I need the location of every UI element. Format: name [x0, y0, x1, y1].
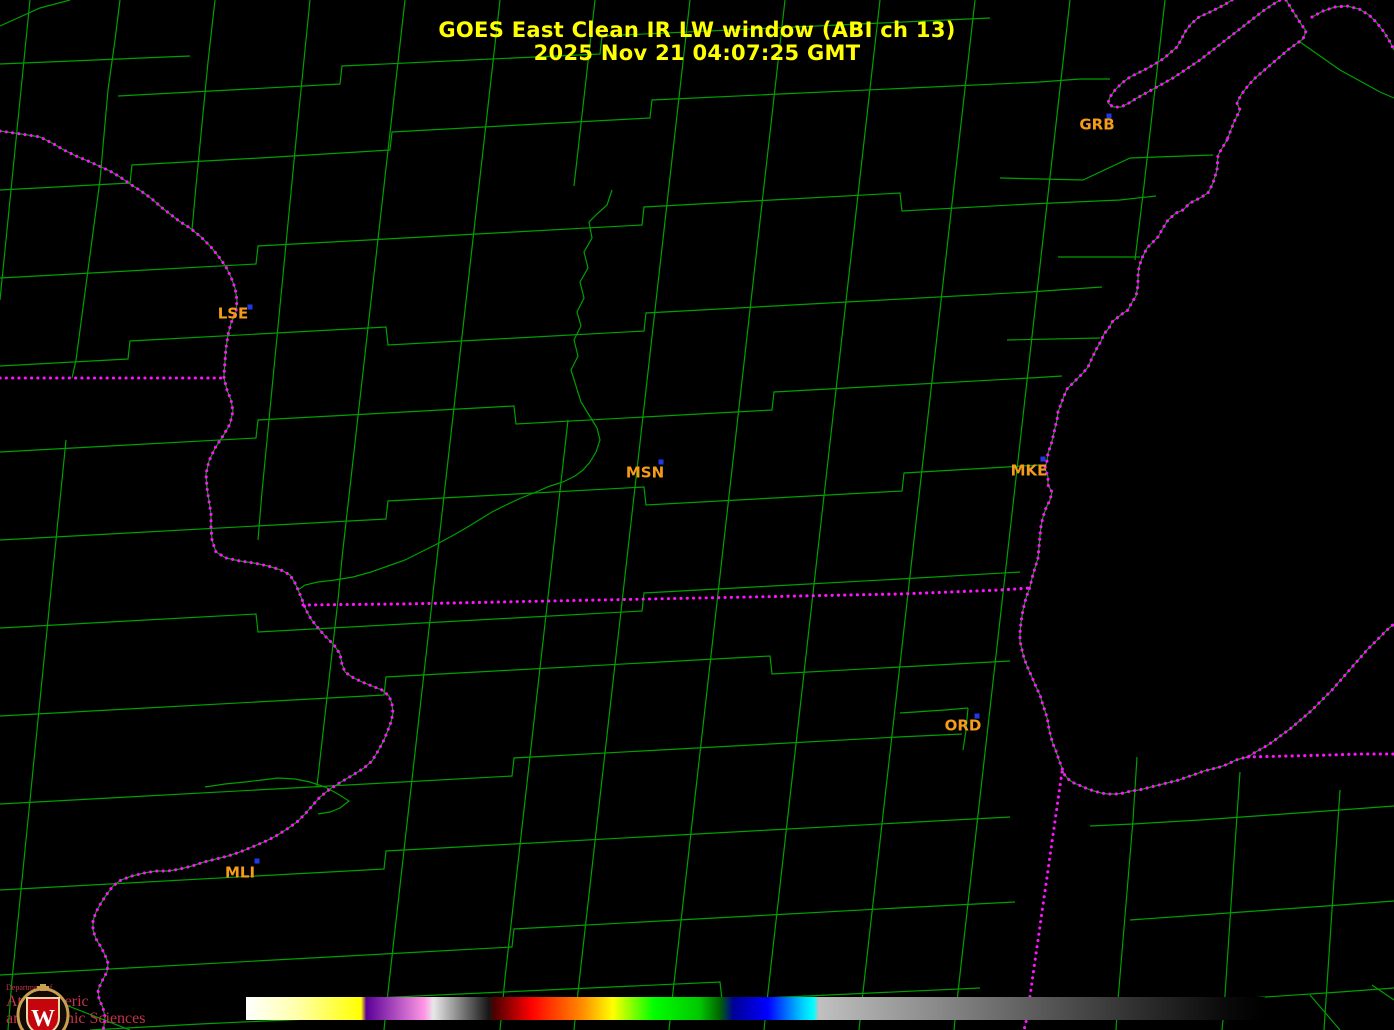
county-boundary-line [0, 816, 1011, 891]
ir-color-scale-bar [246, 997, 1265, 1020]
county-boundary-line [499, 419, 569, 1030]
uw-crest-icon: W [16, 984, 70, 1030]
station-label-LSE: LSE [218, 305, 249, 323]
county-boundary-line [858, 0, 976, 1030]
county-boundary-line [1309, 994, 1341, 1030]
state-border-dots [1022, 770, 1064, 1030]
uw-aos-logo: W Department of Atmospheric and Oceanic … [6, 983, 145, 1030]
state-border-dots [1246, 752, 1394, 759]
county-boundary-line [7, 439, 67, 1030]
county-boundary-line [0, 78, 1110, 191]
station-dot-MLI [254, 858, 260, 864]
county-boundary-line [668, 0, 786, 1030]
station-label-MLI: MLI [225, 864, 255, 882]
station-label-ORD: ORD [945, 717, 982, 735]
timestamp: 2025 Nov 21 04:07:25 GMT [533, 41, 861, 65]
county-boundary-line [0, 901, 1016, 976]
station-label-GRB: GRB [1079, 116, 1114, 134]
county-boundary-line [899, 707, 969, 714]
county-boundary-line [763, 0, 881, 1030]
station-label-MKE: MKE [1011, 462, 1048, 480]
county-boundary-line [0, 375, 1063, 453]
county-boundary-line [316, 0, 406, 787]
county-boundary-line [1371, 984, 1394, 1001]
county-boundary-line [1221, 771, 1241, 1030]
satellite-map: GRB LSE MSN MKE ORD MLI [0, 0, 1394, 1030]
county-boundary-line [0, 464, 1041, 541]
county-boundary-line [0, 655, 1011, 717]
image-title-block: GOES East Clean IR LW window (ABI ch 13)… [0, 19, 1394, 65]
lake-shoreline [1019, 139, 1394, 795]
state-border-dots [301, 586, 1032, 607]
county-boundary-line [1089, 805, 1394, 827]
county-boundary-line [999, 154, 1214, 181]
map-overlay-lines [0, 0, 1394, 1030]
county-boundary-line [573, 0, 691, 1030]
product-title: GOES East Clean IR LW window (ABI ch 13) [438, 18, 956, 42]
station-markers: GRB LSE MSN MKE ORD MLI [218, 113, 1115, 882]
county-boundary-line [1323, 789, 1341, 1030]
county-boundary-line [1006, 337, 1101, 341]
shoreline-border-dots [1018, 138, 1394, 796]
uw-monogram: W [31, 1006, 55, 1030]
county-boundary-line [1115, 756, 1138, 1030]
river-line [204, 777, 351, 815]
satellite-image-viewer: GRB LSE MSN MKE ORD MLI GOES East Clean IR LW… [0, 0, 1394, 1030]
county-boundary-line [1129, 900, 1394, 921]
county-boundary-line [0, 733, 963, 805]
county-boundary-line [953, 0, 1071, 1030]
county-boundary-line [0, 286, 1103, 367]
station-label-MSN: MSN [626, 464, 664, 482]
county-boundary-line [0, 192, 1157, 279]
county-boundary-line [383, 0, 501, 1030]
county-boundary-line [257, 0, 311, 541]
